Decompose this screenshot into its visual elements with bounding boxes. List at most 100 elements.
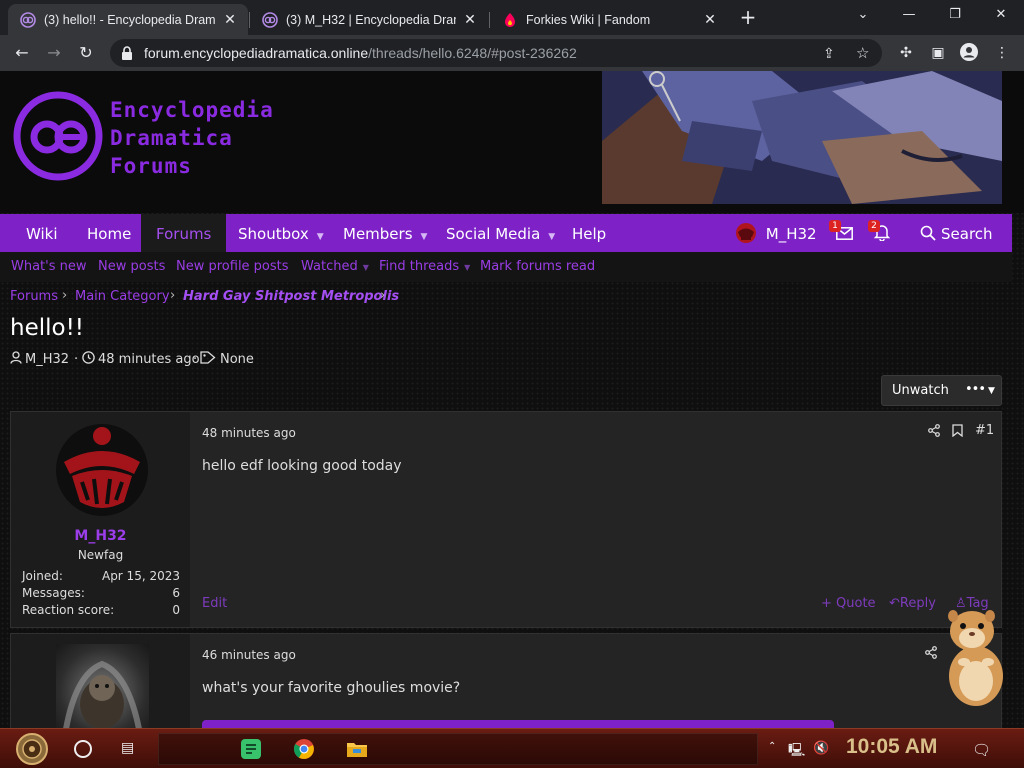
- address-bar[interactable]: forum.encyclopediadramatica.online/threa…: [110, 39, 882, 67]
- edit-post-link[interactable]: Edit: [202, 596, 227, 611]
- browser-tab-strip: (3) hello!! - Encyclopedia Drama ✕ (3) M…: [0, 0, 1024, 35]
- meta-separator: ·: [193, 352, 198, 367]
- breadcrumb-subforum[interactable]: Hard Gay Shitpost Metropolis: [183, 289, 399, 304]
- nav-home[interactable]: Home: [87, 214, 131, 252]
- volume-muted-icon[interactable]: 🔇: [813, 741, 829, 756]
- breadcrumb-main-category[interactable]: Main Category: [75, 289, 170, 304]
- notes-app-icon[interactable]: [240, 738, 262, 760]
- breadcrumb-forums[interactable]: Forums: [10, 289, 58, 304]
- account-menu[interactable]: M_H32: [735, 214, 817, 252]
- post-user-panel: M_H32 Newfag Joined: Apr 15, 2023 Messag…: [11, 412, 190, 627]
- bookmark-star-icon[interactable]: ☆: [856, 44, 869, 62]
- nav-help[interactable]: Help: [572, 214, 606, 252]
- subnav-find-threads[interactable]: Find threads ▼: [379, 259, 470, 274]
- quote-button[interactable]: + Quote: [821, 596, 876, 611]
- logo-line: Forums: [110, 154, 192, 178]
- nav-social-media[interactable]: Social Media ▼: [446, 214, 555, 252]
- chevron-down-icon: ▼: [988, 386, 995, 396]
- chrome-icon[interactable]: [293, 738, 315, 760]
- site-logo-text[interactable]: Encyclopedia Dramatica Forums: [110, 96, 274, 180]
- minimize-window-icon[interactable]: —: [886, 0, 932, 30]
- new-tab-button[interactable]: +: [737, 6, 759, 28]
- browser-tab-3[interactable]: Forkies Wiki | Fandom ✕: [490, 4, 728, 35]
- browser-menu-icon[interactable]: ⋮: [991, 42, 1013, 64]
- search-button[interactable]: Search: [920, 214, 993, 252]
- meta-separator: ·: [74, 352, 79, 367]
- chevron-down-icon[interactable]: ▼: [317, 232, 324, 242]
- tab-search-chevron-icon[interactable]: ⌄: [840, 0, 886, 30]
- alerts-badge: 2: [868, 220, 880, 232]
- post-body: what's your favorite ghoulies movie?: [202, 680, 461, 696]
- url-path: /threads/hello.6248/#post-236262: [368, 45, 577, 61]
- nav-shoutbox[interactable]: Shoutbox ▼: [238, 214, 324, 252]
- subnav-find-threads-label: Find threads: [379, 259, 460, 274]
- nav-wiki[interactable]: Wiki: [26, 214, 58, 252]
- chevron-down-icon[interactable]: ▼: [421, 232, 428, 242]
- share-icon[interactable]: [925, 646, 937, 663]
- thread-tags: None: [220, 352, 254, 367]
- subnav-mark-forums-read[interactable]: Mark forums read: [480, 259, 595, 274]
- task-view-icon[interactable]: ▤: [121, 740, 134, 756]
- reload-icon[interactable]: ↻: [74, 41, 98, 65]
- back-arrow-icon[interactable]: ←: [10, 41, 34, 65]
- subnav-new-posts[interactable]: New posts: [98, 259, 165, 274]
- chevron-down-icon[interactable]: ▼: [363, 263, 369, 272]
- profile-avatar-icon[interactable]: [958, 42, 980, 64]
- network-icon[interactable]: 🖳: [788, 741, 805, 763]
- post-username[interactable]: M_H32: [11, 528, 190, 544]
- nav-members[interactable]: Members ▼: [343, 214, 427, 252]
- stat-value[interactable]: 6: [172, 586, 180, 600]
- search-icon: [920, 225, 936, 241]
- inbox-badge: 1: [829, 220, 841, 232]
- bookmark-icon[interactable]: [952, 424, 963, 441]
- share-icon[interactable]: [928, 424, 940, 441]
- file-explorer-icon[interactable]: [346, 738, 368, 760]
- thread-author[interactable]: M_H32: [25, 352, 69, 367]
- post-timestamp[interactable]: 46 minutes ago: [202, 648, 296, 662]
- browser-tab-2[interactable]: (3) M_H32 | Encyclopedia Dram ✕: [250, 4, 488, 35]
- taskbar-clock[interactable]: 10:05 AM: [846, 735, 937, 759]
- thread-start-time[interactable]: 48 minutes ago: [98, 352, 200, 367]
- site-favicon-icon: [262, 11, 278, 28]
- quote-block-header: [202, 720, 834, 728]
- close-tab-icon[interactable]: ✕: [462, 11, 478, 28]
- chevron-down-icon[interactable]: ▼: [548, 232, 555, 242]
- share-icon[interactable]: ⇪: [823, 45, 835, 62]
- browser-toolbar: ← → ↻ forum.encyclopediadramatica.online…: [0, 35, 1024, 71]
- side-panel-icon[interactable]: ▣: [927, 42, 949, 64]
- chevron-right-icon: ›: [170, 288, 176, 303]
- reply-arrow-icon: ↶: [889, 596, 900, 611]
- site-logo[interactable]: [13, 91, 103, 181]
- user-avatar[interactable]: [56, 644, 149, 728]
- close-window-icon[interactable]: ✕: [978, 0, 1024, 30]
- close-tab-icon[interactable]: ✕: [222, 11, 238, 28]
- browser-tab-1[interactable]: (3) hello!! - Encyclopedia Drama ✕: [8, 4, 248, 35]
- chevron-right-icon: ›: [62, 288, 68, 303]
- chevron-down-icon[interactable]: ▼: [464, 263, 470, 272]
- close-tab-icon[interactable]: ✕: [702, 11, 718, 28]
- reply-button[interactable]: ↶Reply: [889, 596, 936, 611]
- restore-window-icon[interactable]: ❐: [932, 0, 978, 30]
- subnav-new-profile-posts[interactable]: New profile posts: [176, 259, 289, 274]
- user-avatar[interactable]: [54, 422, 150, 518]
- more-options-button[interactable]: ••• ▼: [965, 382, 995, 397]
- subnav-watched[interactable]: Watched ▼: [301, 259, 369, 274]
- logo-line: Dramatica: [110, 126, 233, 150]
- post: 46 minutes ago what's your favorite ghou…: [10, 633, 1002, 728]
- post-timestamp[interactable]: 48 minutes ago: [202, 426, 296, 440]
- forward-arrow-icon[interactable]: →: [42, 41, 66, 65]
- start-button-icon[interactable]: [14, 732, 50, 766]
- show-hidden-icons-chevron[interactable]: ⌃: [768, 741, 776, 752]
- os-taskbar: ▤ ⌃ 🖳 🔇 10:05 AM 🗨: [0, 728, 1024, 768]
- unwatch-button[interactable]: Unwatch: [892, 383, 949, 398]
- subnav-whats-new[interactable]: What's new: [11, 259, 87, 274]
- cortana-icon[interactable]: [74, 740, 92, 758]
- post-number[interactable]: #1: [975, 423, 994, 438]
- nav-forums[interactable]: Forums: [141, 214, 227, 252]
- chevron-right-icon: ›: [380, 288, 386, 303]
- post-user-panel: [11, 634, 190, 728]
- notification-center-icon[interactable]: 🗨: [972, 741, 991, 759]
- tag-icon: [200, 351, 216, 368]
- header-banner-image: [602, 71, 1002, 204]
- extensions-puzzle-icon[interactable]: ✣: [895, 42, 917, 64]
